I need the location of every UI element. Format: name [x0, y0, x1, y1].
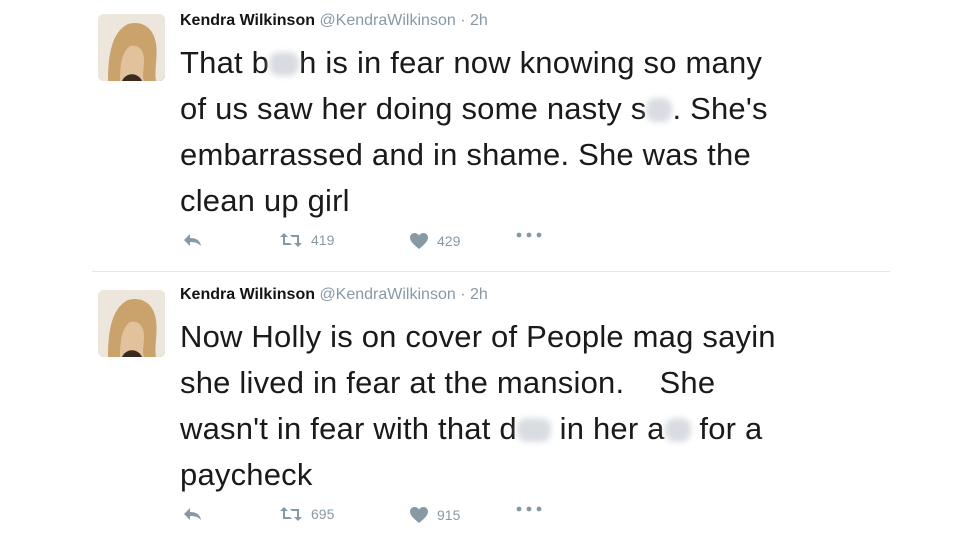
timestamp[interactable]: 2h [470, 12, 488, 29]
retweet-icon [280, 233, 302, 247]
tweet-text: Now Holly is on cover of People mag sayi… [180, 314, 900, 498]
more-icon [516, 506, 542, 512]
text-segment: . She's [672, 91, 768, 126]
text-line: paycheck [180, 457, 313, 492]
heart-icon [410, 507, 428, 523]
text-segment: h is in fear now knowing so many [299, 45, 763, 80]
tweet: Kendra Wilkinson @KendraWilkinson · 2h N… [0, 274, 970, 546]
text-line: she lived in fear at the mansion. She [180, 365, 716, 400]
separator: · [460, 286, 466, 303]
retweet-count: 695 [311, 506, 335, 522]
retweet-count: 419 [311, 232, 335, 248]
divider [92, 271, 890, 272]
reply-icon [184, 234, 201, 246]
timestamp[interactable]: 2h [470, 286, 488, 303]
more-icon [516, 232, 542, 238]
tweet: Kendra Wilkinson @KendraWilkinson · 2h T… [0, 0, 970, 272]
tweet-text: That b h is in fear now knowing so many o… [180, 40, 900, 224]
like-count: 429 [437, 233, 461, 249]
censor-blur [269, 52, 300, 76]
like-button[interactable]: 429 [409, 232, 460, 250]
retweet-icon [280, 507, 302, 521]
censor-blur [646, 98, 673, 122]
author-handle[interactable]: @KendraWilkinson [319, 286, 455, 303]
text-segment: in her a [550, 411, 665, 446]
more-button[interactable] [516, 506, 542, 512]
separator: · [460, 12, 466, 29]
like-button[interactable]: 915 [409, 506, 460, 524]
censor-blur [664, 418, 691, 442]
like-count: 915 [437, 507, 461, 523]
text-segment: wasn't in fear with that d [180, 411, 517, 446]
avatar[interactable] [98, 14, 165, 81]
reply-button[interactable] [183, 232, 203, 248]
text-segment: That b [180, 45, 270, 80]
more-button[interactable] [516, 232, 542, 238]
heart-icon [410, 233, 428, 249]
text-line: clean up girl [180, 183, 350, 218]
avatar[interactable] [98, 290, 165, 357]
censor-blur [516, 418, 551, 442]
tweet-header: Kendra Wilkinson @KendraWilkinson · 2h [180, 286, 488, 304]
author-name[interactable]: Kendra Wilkinson [180, 12, 315, 29]
retweet-button[interactable]: 419 [279, 232, 334, 248]
tweet-header: Kendra Wilkinson @KendraWilkinson · 2h [180, 12, 488, 30]
author-handle[interactable]: @KendraWilkinson [319, 12, 455, 29]
text-line: embarrassed and in shame. She was the [180, 137, 751, 172]
retweet-button[interactable]: 695 [279, 506, 334, 522]
reply-button[interactable] [183, 506, 203, 522]
text-segment: of us saw her doing some nasty s [180, 91, 647, 126]
author-name[interactable]: Kendra Wilkinson [180, 286, 315, 303]
text-segment: for a [690, 411, 763, 446]
reply-icon [184, 508, 201, 520]
text-line: Now Holly is on cover of People mag sayi… [180, 319, 776, 354]
